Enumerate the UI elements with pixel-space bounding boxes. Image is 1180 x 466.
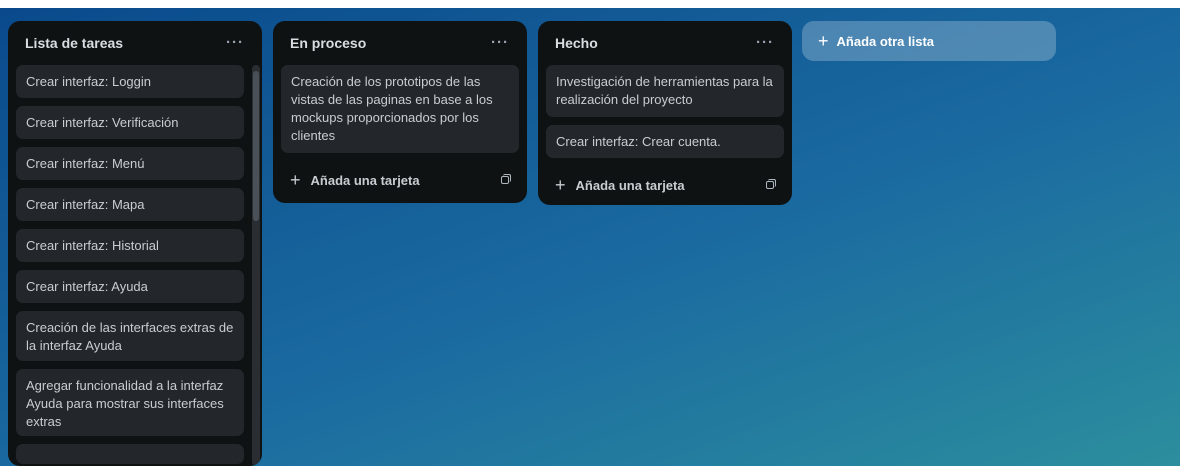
card[interactable]: Crear interfaz: Loggin — [16, 65, 244, 98]
card[interactable]: Crear interfaz: Menú — [16, 147, 244, 180]
card[interactable]: Crear interfaz: Mapa — [16, 188, 244, 221]
card[interactable]: Crear interfaz: Crear cuenta. — [546, 125, 784, 158]
list-lista-de-tareas: Lista de tareas ··· Crear interfaz: Logg… — [8, 21, 262, 466]
list-header: Hecho ··· — [538, 21, 792, 65]
list-menu-icon[interactable]: ··· — [487, 35, 513, 50]
add-card-label: Añada una tarjeta — [310, 172, 420, 188]
card[interactable]: Crear interfaz: Historial — [16, 229, 244, 262]
card[interactable]: Crear interfaz: Verificación — [16, 106, 244, 139]
card[interactable]: Creación de las interfaces extras de la … — [16, 311, 244, 361]
card-list: Crear interfaz: Loggin Crear interfaz: V… — [8, 65, 262, 464]
list-title[interactable]: Lista de tareas — [25, 35, 123, 51]
list-header: En proceso ··· — [273, 21, 527, 65]
plus-icon: + — [818, 31, 829, 51]
list-title[interactable]: En proceso — [290, 35, 366, 51]
card[interactable]: Investigación de herramientas para la re… — [546, 65, 784, 117]
add-card-button[interactable]: + Añada una tarjeta — [555, 176, 685, 194]
add-list-label: Añada otra lista — [836, 33, 935, 49]
list-menu-icon[interactable]: ··· — [752, 35, 778, 50]
list-en-proceso: En proceso ··· Creación de los prototipo… — [273, 21, 527, 203]
add-card-row: + Añada una tarjeta — [273, 161, 527, 193]
plus-icon: + — [555, 175, 566, 195]
card-partial[interactable] — [16, 444, 244, 464]
add-card-button[interactable]: + Añada una tarjeta — [290, 171, 420, 189]
card[interactable]: Crear interfaz: Ayuda — [16, 270, 244, 303]
list-header: Lista de tareas ··· — [8, 21, 262, 65]
list-hecho: Hecho ··· Investigación de herramientas … — [538, 21, 792, 205]
card[interactable]: Agregar funcionalidad a la interfaz Ayud… — [16, 369, 244, 436]
list-menu-icon[interactable]: ··· — [222, 35, 248, 50]
scrollbar-thumb[interactable] — [253, 71, 259, 221]
card-template-icon[interactable] — [499, 173, 513, 187]
plus-icon: + — [290, 170, 301, 190]
card-list: Creación de los prototipos de las vistas… — [273, 65, 527, 153]
card-template-icon[interactable] — [764, 178, 778, 192]
add-card-row: + Añada una tarjeta — [538, 166, 792, 198]
card[interactable]: Creación de los prototipos de las vistas… — [281, 65, 519, 153]
list-scrollbar[interactable] — [252, 65, 260, 466]
list-title[interactable]: Hecho — [555, 35, 598, 51]
add-list-button[interactable]: + Añada otra lista — [802, 21, 1056, 61]
add-card-label: Añada una tarjeta — [575, 177, 685, 193]
card-list: Investigación de herramientas para la re… — [538, 65, 792, 158]
board: Lista de tareas ··· Crear interfaz: Logg… — [0, 8, 1180, 466]
